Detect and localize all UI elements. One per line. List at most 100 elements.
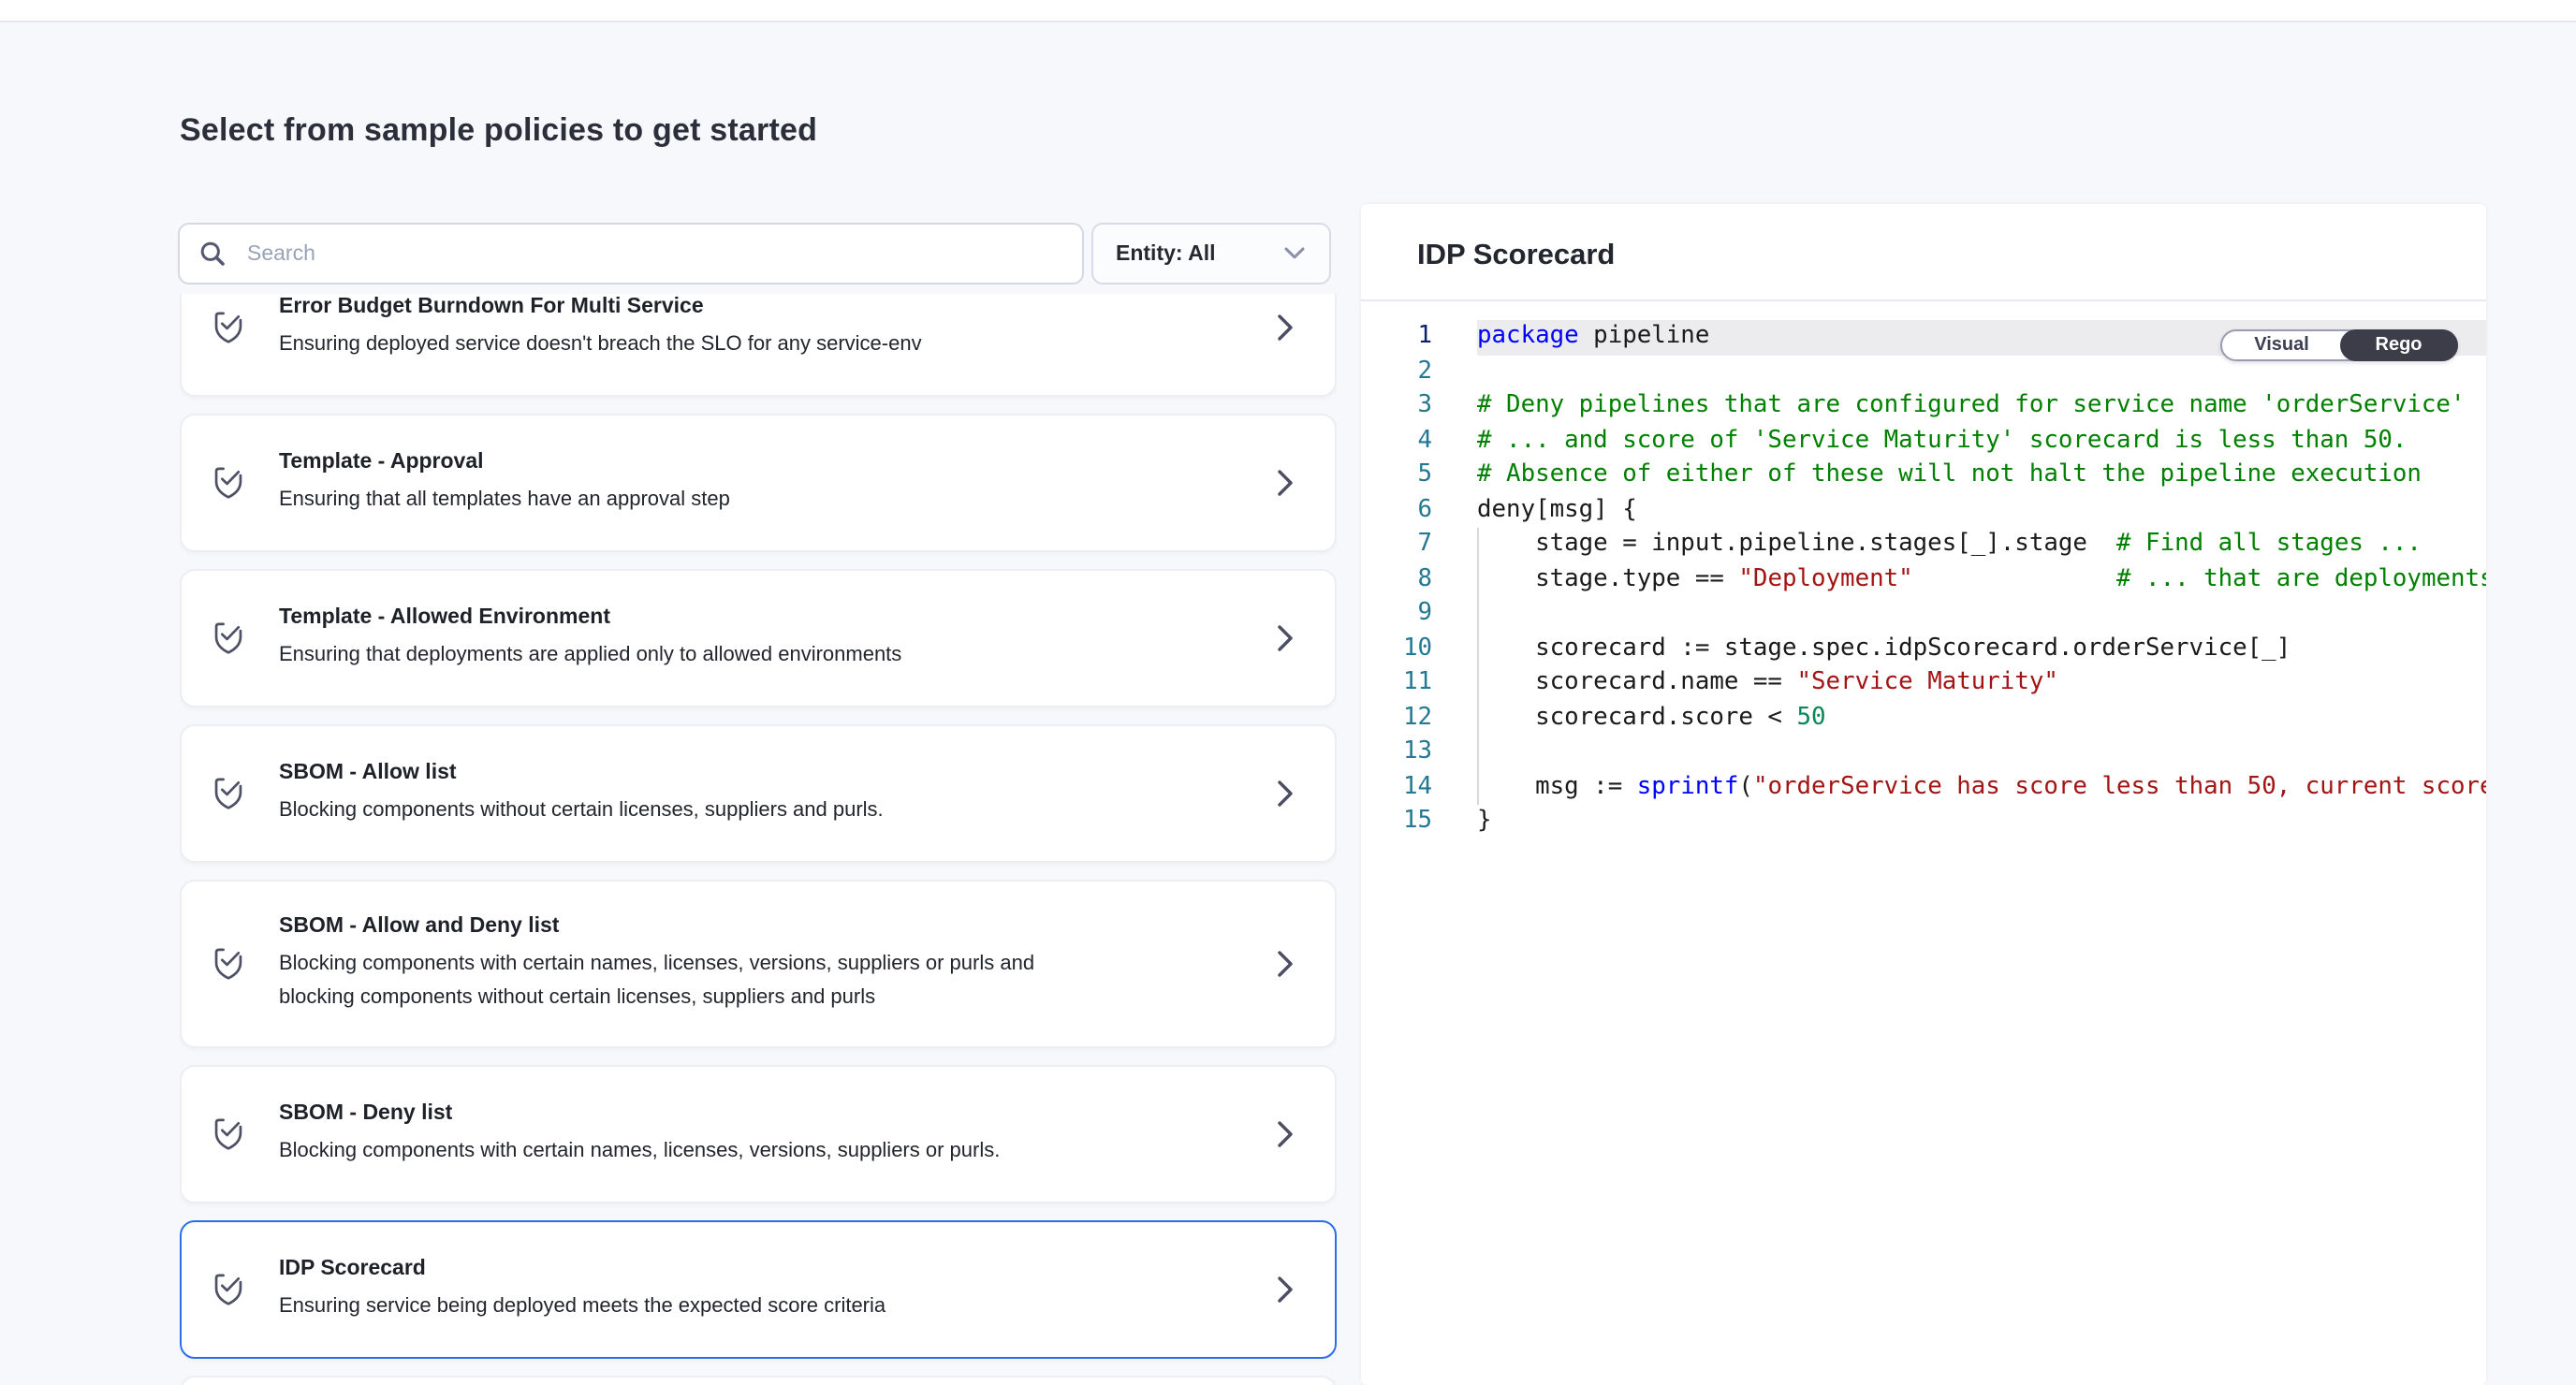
shield-check-icon — [212, 1271, 245, 1308]
search-input[interactable] — [243, 241, 1063, 267]
policy-card-text: SBOM - Deny list Blocking components with… — [279, 1101, 1073, 1169]
shield-check-icon — [212, 464, 245, 502]
policy-card-title: SBOM - Allow list — [279, 760, 1073, 786]
policy-card-title: SBOM - Deny list — [279, 1101, 1073, 1127]
line-number: 5 — [1361, 459, 1432, 493]
line-content: # ... and score of 'Service Maturity' sc… — [1477, 424, 2486, 459]
line-number: 9 — [1361, 597, 1432, 632]
code-line[interactable]: 4 # ... and score of 'Service Maturity' s… — [1361, 424, 2486, 459]
page-title: Select from sample policies to get start… — [180, 112, 817, 150]
line-number: 3 — [1361, 389, 1432, 424]
policy-list-viewport: Error Budget Burndown For Multi Service E… — [180, 294, 1337, 1385]
line-content: } — [1477, 805, 2486, 839]
line-content: msg := sprintf("orderService has score l… — [1477, 770, 2486, 805]
line-number: 12 — [1361, 701, 1432, 736]
line-number: 8 — [1361, 562, 1432, 597]
chevron-right-icon[interactable] — [1277, 625, 1294, 651]
shield-check-icon — [212, 620, 245, 657]
policy-card[interactable]: IDP Scorecard Ensuring service being depl… — [180, 1220, 1337, 1359]
entity-filter-dropdown[interactable]: Entity: All — [1091, 223, 1331, 284]
sample-policies-page: Select from sample policies to get start… — [0, 22, 2576, 1385]
chevron-right-icon[interactable] — [1277, 1276, 1294, 1303]
policy-card[interactable]: Error Budget Burndown For Multi Service E… — [180, 294, 1337, 397]
line-content: stage = input.pipeline.stages[_].stage #… — [1477, 528, 2486, 562]
entity-filter-label: Entity: All — [1116, 242, 1216, 265]
policy-card-description: Ensuring deployed service doesn't breach… — [279, 329, 1073, 362]
policy-card-title: IDP Scorecard — [279, 1256, 1073, 1282]
chevron-right-icon[interactable] — [1277, 1121, 1294, 1147]
shield-check-icon — [212, 945, 245, 983]
line-content: deny[msg] { — [1477, 493, 2486, 528]
line-content — [1477, 597, 2486, 632]
line-number: 1 — [1361, 320, 1432, 355]
code-line[interactable]: 10 scorecard := stage.spec.idpScorecard.… — [1361, 632, 2486, 666]
code-line[interactable]: 6 deny[msg] { — [1361, 493, 2486, 528]
line-number: 7 — [1361, 528, 1432, 562]
line-number: 15 — [1361, 805, 1432, 839]
view-mode-toggle[interactable]: Visual Rego — [2220, 329, 2458, 361]
search-box[interactable] — [178, 223, 1084, 284]
panel-divider — [1361, 299, 2486, 301]
code-line[interactable]: 14 msg := sprintf("orderService has scor… — [1361, 770, 2486, 805]
line-content: stage.type == "Deployment" # ... that ar… — [1477, 562, 2486, 597]
search-icon — [198, 240, 227, 268]
line-content: # Deny pipelines that are configured for… — [1477, 389, 2486, 424]
chevron-right-icon[interactable] — [1277, 470, 1294, 496]
chevron-right-icon[interactable] — [1277, 951, 1294, 977]
shield-check-icon — [212, 775, 245, 812]
policy-card-title: Error Budget Burndown For Multi Service — [279, 294, 1073, 320]
line-number: 11 — [1361, 666, 1432, 701]
shield-check-icon — [212, 309, 245, 346]
line-content: scorecard.name == "Service Maturity" — [1477, 666, 2486, 701]
policy-card-title: SBOM - Allow and Deny list — [279, 913, 1073, 940]
policy-card-text: IDP Scorecard Ensuring service being depl… — [279, 1256, 1073, 1324]
line-content: scorecard.score < 50 — [1477, 701, 2486, 736]
line-number: 6 — [1361, 493, 1432, 528]
policy-card-title: Template - Approval — [279, 449, 1073, 475]
policy-card[interactable]: Template - Allowed Environment Ensuring t… — [180, 569, 1337, 707]
chevron-down-icon — [1284, 247, 1305, 260]
code-line[interactable]: 5 # Absence of either of these will not h… — [1361, 459, 2486, 493]
policy-card[interactable]: SBOM - Deny list Blocking components with… — [180, 1065, 1337, 1203]
chevron-right-icon[interactable] — [1277, 780, 1294, 807]
code-line[interactable]: 13 — [1361, 736, 2486, 770]
policy-card-text: Template - Allowed Environment Ensuring t… — [279, 605, 1073, 673]
policy-card-clipped[interactable] — [180, 1376, 1337, 1385]
indent-guide — [1477, 528, 1479, 805]
code-line[interactable]: 7 stage = input.pipeline.stages[_].stage… — [1361, 528, 2486, 562]
policy-card-text: SBOM - Allow listBlocking components wit… — [279, 760, 1073, 828]
top-bar — [0, 0, 2576, 22]
line-number: 14 — [1361, 770, 1432, 805]
code-line[interactable]: 15} — [1361, 805, 2486, 839]
policy-card[interactable]: Template - ApprovalEnsuring that all tem… — [180, 414, 1337, 552]
line-content: scorecard := stage.spec.idpScorecard.ord… — [1477, 632, 2486, 666]
policy-card-title: Template - Allowed Environment — [279, 605, 1073, 631]
code-line[interactable]: 12 scorecard.score < 50 — [1361, 701, 2486, 736]
line-content — [1477, 736, 2486, 770]
policy-card[interactable]: SBOM - Allow listBlocking components wit… — [180, 724, 1337, 863]
policy-card-description: Ensuring service being deployed meets th… — [279, 1291, 1073, 1324]
policy-card-description: Ensuring that deployments are applied on… — [279, 640, 1073, 673]
line-number: 13 — [1361, 736, 1432, 770]
code-line[interactable]: 9 — [1361, 597, 2486, 632]
policy-card-description: Blocking components with certain names, … — [279, 1136, 1073, 1169]
toggle-option-visual[interactable]: Visual — [2222, 331, 2341, 359]
policy-card-text: Error Budget Burndown For Multi Service E… — [279, 294, 1073, 362]
policy-list: Error Budget Burndown For Multi Service E… — [180, 294, 1337, 1385]
line-number: 2 — [1361, 355, 1432, 389]
policy-card[interactable]: SBOM - Allow and Deny listBlocking compo… — [180, 880, 1337, 1048]
policy-card-text: Template - ApprovalEnsuring that all tem… — [279, 449, 1073, 518]
panel-title: IDP Scorecard — [1417, 240, 2486, 273]
toggle-option-rego[interactable]: Rego — [2339, 329, 2458, 361]
line-number: 10 — [1361, 632, 1432, 666]
code-line[interactable]: 3 # Deny pipelines that are configured fo… — [1361, 389, 2486, 424]
line-content: # Absence of either of these will not ha… — [1477, 459, 2486, 493]
code-line[interactable]: 8 stage.type == "Deployment" # ... that … — [1361, 562, 2486, 597]
app-window: Select from sample policies to get start… — [0, 0, 2576, 1385]
rego-code-editor[interactable]: 1package pipeline23# Deny pipelines that… — [1361, 320, 2486, 839]
code-line[interactable]: 11 scorecard.name == "Service Maturity" — [1361, 666, 2486, 701]
chevron-right-icon[interactable] — [1277, 314, 1294, 341]
line-number: 4 — [1361, 424, 1432, 459]
shield-check-icon — [212, 1115, 245, 1153]
policy-detail-panel: IDP Scorecard 1package pipeline23# Deny … — [1361, 204, 2486, 1385]
